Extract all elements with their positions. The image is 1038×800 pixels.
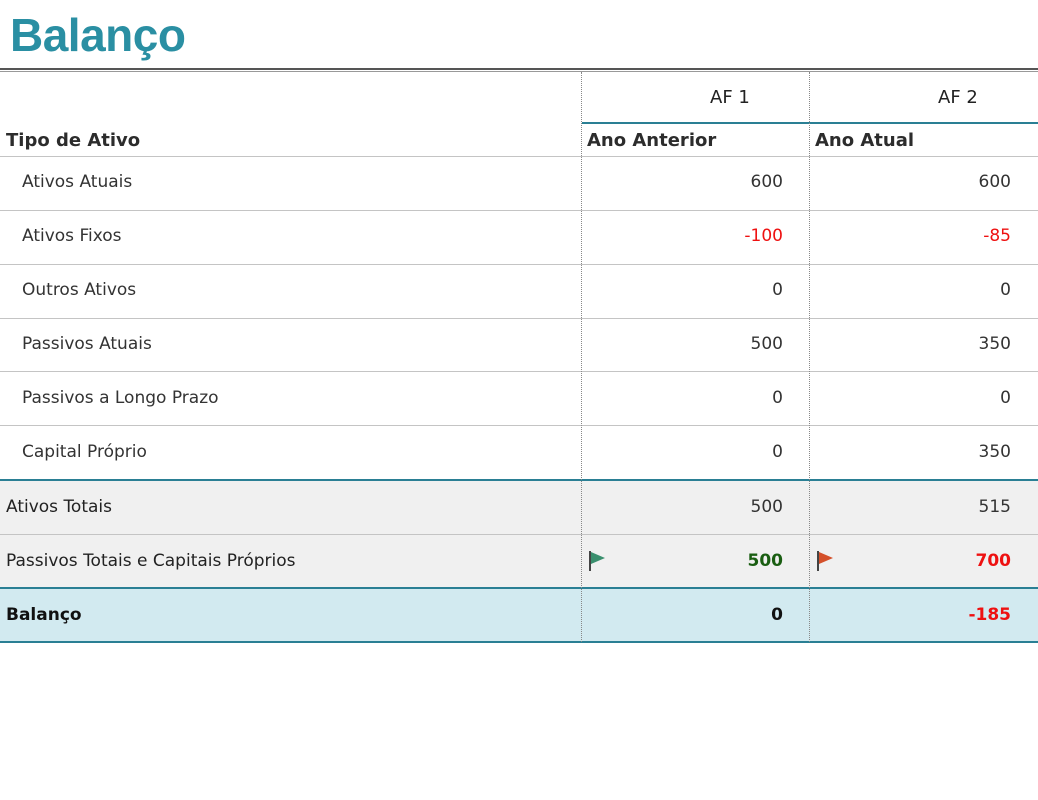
totals-divider [0,479,1038,481]
row-value-current: 0 [1000,388,1011,408]
row-divider [0,264,1038,265]
balance-value-previous: 0 [771,605,783,625]
balance-value-current: -185 [968,605,1011,625]
row-value-previous: 0 [772,280,783,300]
row-value-previous: 500 [750,334,783,354]
total-label: Passivos Totais e Capitais Próprios [6,551,296,571]
row-label: Outros Ativos [22,280,137,300]
balance-divider [0,587,1038,589]
row-label: Passivos Atuais [22,334,152,354]
total-value-previous: 500 [747,551,784,571]
row-value-previous: 600 [750,172,783,192]
col1-period-label: AF 1 [710,87,750,108]
title-divider-thin [0,71,1038,72]
row-label: Passivos a Longo Prazo [22,388,219,408]
header-divider [0,156,1038,157]
title-divider [0,68,1038,70]
row-label: Capital Próprio [22,442,147,462]
column-separator [581,72,582,642]
total-value-current: 515 [978,497,1011,517]
balance-band [0,589,1038,641]
row-divider [0,425,1038,426]
total-value-previous: 500 [750,497,783,517]
row-value-current: 350 [978,334,1011,354]
column-header-previous-year: Ano Anterior [587,130,717,151]
row-value-previous: 0 [772,442,783,462]
green-flag-icon [589,551,605,571]
row-value-current: 350 [978,442,1011,462]
column-header-current-year: Ano Atual [815,130,915,151]
row-divider [0,371,1038,372]
row-value-current: 600 [978,172,1011,192]
row-divider [0,534,1038,535]
row-value-previous: 0 [772,388,783,408]
balance-label: Balanço [6,605,82,625]
column-header-type: Tipo de Ativo [6,130,141,151]
row-divider [0,210,1038,211]
period-header-rule [582,122,1038,124]
row-label: Ativos Atuais [22,172,133,192]
row-value-current: -85 [983,226,1011,246]
row-label: Ativos Fixos [22,226,122,246]
total-label: Ativos Totais [6,497,113,517]
row-value-current: 0 [1000,280,1011,300]
column-separator [809,72,810,642]
page-title: Balanço [10,9,186,61]
table-bottom-rule [0,641,1038,643]
total-value-current: 700 [975,551,1012,571]
red-flag-icon [817,551,833,571]
col2-period-label: AF 2 [938,87,978,108]
row-value-previous: -100 [744,226,783,246]
row-divider [0,318,1038,319]
